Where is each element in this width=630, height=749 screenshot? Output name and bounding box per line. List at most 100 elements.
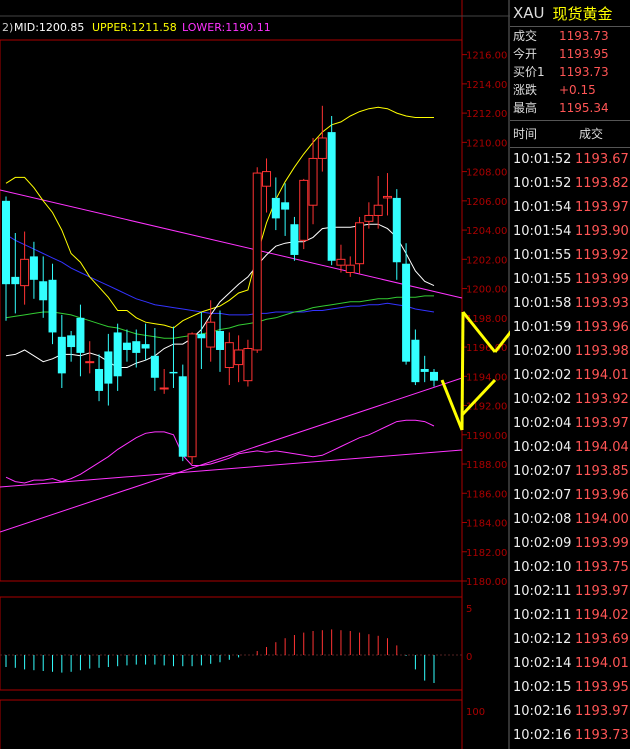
tick-row[interactable]: 10:02:16 1193.97 bbox=[510, 700, 630, 724]
tick-row[interactable]: 10:01:52 1193.82 bbox=[510, 172, 630, 196]
tick-price: 1193.75 bbox=[575, 560, 629, 575]
tick-time: 10:02:02 bbox=[513, 368, 572, 383]
candle-body bbox=[243, 348, 253, 382]
candle-body bbox=[11, 276, 20, 285]
tick-price: 1193.73 bbox=[575, 728, 629, 743]
candle-body bbox=[150, 355, 159, 378]
candle-body bbox=[178, 376, 187, 457]
tick-time: 10:02:11 bbox=[513, 608, 572, 623]
tick-time: 10:02:07 bbox=[513, 464, 572, 479]
tick-time: 10:02:16 bbox=[513, 728, 572, 743]
tick-price: 1193.85 bbox=[575, 464, 629, 479]
candle-body bbox=[345, 264, 355, 273]
tick-row[interactable]: 10:01:59 1193.96 bbox=[510, 316, 630, 340]
quote-value: 1195.34 bbox=[559, 101, 609, 115]
tick-row[interactable]: 10:02:08 1194.00 bbox=[510, 508, 630, 532]
tick-time: 10:01:52 bbox=[513, 176, 572, 191]
candle-body bbox=[382, 195, 392, 199]
y-tick-label: 1204.00 bbox=[466, 226, 507, 237]
tick-row[interactable]: 10:02:00 1193.98 bbox=[510, 340, 630, 364]
y-tick-label: 1190.00 bbox=[466, 431, 507, 442]
tick-time: 10:02:04 bbox=[513, 440, 572, 455]
tick-price: 1193.96 bbox=[575, 320, 629, 335]
tick-row[interactable]: 10:02:16 1193.73 bbox=[510, 724, 630, 748]
tick-row[interactable]: 10:01:52 1193.67 bbox=[510, 148, 630, 172]
tick-row[interactable]: 10:02:11 1193.97 bbox=[510, 580, 630, 604]
annotation-arrow bbox=[440, 379, 464, 431]
tick-time: 10:02:09 bbox=[513, 536, 572, 551]
tick-row[interactable]: 10:01:55 1193.99 bbox=[510, 268, 630, 292]
tick-time: 10:01:54 bbox=[513, 224, 572, 239]
quote-summary: 成交 1193.73 今开 1193.95 买价1 1193.73 涨跌 +0.… bbox=[510, 27, 630, 117]
tick-price: 1193.67 bbox=[575, 152, 629, 167]
candlestick-chart[interactable]: 2) MID:1200.85 UPPER:1211.58 LOWER:1190.… bbox=[0, 0, 510, 749]
tick-time: 10:02:08 bbox=[513, 512, 572, 527]
tick-row[interactable]: 10:02:04 1193.97 bbox=[510, 412, 630, 436]
y-tick-label: 1210.00 bbox=[466, 138, 507, 149]
y-tick-label: 1212.00 bbox=[466, 109, 507, 120]
candle-body bbox=[104, 351, 113, 384]
y-tick-label: 1194.00 bbox=[466, 372, 507, 383]
y-tick-label: 1200.00 bbox=[466, 285, 507, 296]
tick-time: 10:02:12 bbox=[513, 632, 572, 647]
tick-row[interactable]: 10:02:14 1194.01 bbox=[510, 652, 630, 676]
tick-time: 10:01:52 bbox=[513, 152, 572, 167]
tick-time: 10:02:14 bbox=[513, 656, 572, 671]
candle-body bbox=[327, 132, 336, 261]
quote-value: 1193.73 bbox=[559, 29, 609, 43]
tick-price: 1193.99 bbox=[575, 536, 629, 551]
tick-row[interactable]: 10:02:07 1193.85 bbox=[510, 460, 630, 484]
candle-body bbox=[281, 202, 290, 210]
candle-body bbox=[39, 281, 48, 301]
tick-price: 1194.04 bbox=[575, 440, 629, 455]
tick-price: 1193.69 bbox=[575, 632, 629, 647]
tick-row[interactable]: 10:02:04 1194.04 bbox=[510, 436, 630, 460]
candle-body bbox=[355, 222, 365, 265]
candle-body bbox=[430, 371, 438, 381]
candle-body bbox=[317, 137, 327, 159]
ticks-time-header: 时间 bbox=[513, 127, 538, 141]
tick-time: 10:02:07 bbox=[513, 488, 572, 503]
ticks-header: 时间 成交 bbox=[510, 120, 630, 148]
y-tick-label: 1186.00 bbox=[466, 489, 507, 500]
candle-body bbox=[85, 361, 95, 364]
candle-body bbox=[2, 200, 10, 285]
quote-row-high: 最高 1195.34 bbox=[510, 99, 630, 117]
quote-row-bid: 买价1 1193.73 bbox=[510, 63, 630, 81]
tick-price: 1193.99 bbox=[575, 272, 629, 287]
candle-body bbox=[402, 263, 411, 362]
tick-price: 1194.02 bbox=[575, 608, 629, 623]
tick-row[interactable]: 10:02:09 1193.99 bbox=[510, 532, 630, 556]
tick-row[interactable]: 10:01:55 1193.92 bbox=[510, 244, 630, 268]
y-tick-label: 1206.00 bbox=[466, 197, 507, 208]
tick-row[interactable]: 10:02:12 1193.69 bbox=[510, 628, 630, 652]
tick-row[interactable]: 10:02:02 1194.01 bbox=[510, 364, 630, 388]
candle-body bbox=[159, 387, 169, 390]
legend-mid: MID:1200.85 bbox=[14, 21, 84, 34]
tick-row[interactable]: 10:01:54 1193.90 bbox=[510, 220, 630, 244]
tick-price: 1193.95 bbox=[575, 680, 629, 695]
tick-time: 10:02:04 bbox=[513, 416, 572, 431]
tick-price: 1193.98 bbox=[575, 344, 629, 359]
quote-row-change: 涨跌 +0.15 bbox=[510, 81, 630, 99]
trendline-support bbox=[0, 449, 463, 488]
quote-value: 1193.95 bbox=[559, 47, 609, 61]
candle-body bbox=[95, 368, 104, 391]
candle-body bbox=[411, 339, 420, 383]
tick-row[interactable]: 10:01:54 1193.97 bbox=[510, 196, 630, 220]
quote-value: 1193.73 bbox=[559, 65, 609, 79]
y-tick-label: 1214.00 bbox=[466, 80, 507, 91]
tick-row[interactable]: 10:01:58 1193.93 bbox=[510, 292, 630, 316]
tick-row[interactable]: 10:02:07 1193.96 bbox=[510, 484, 630, 508]
tick-row[interactable]: 10:02:15 1193.95 bbox=[510, 676, 630, 700]
ticks-list[interactable]: 10:01:52 1193.67 10:01:52 1193.82 10:01:54 11… bbox=[510, 148, 630, 748]
tick-row[interactable]: 10:02:10 1193.75 bbox=[510, 556, 630, 580]
quote-label: 买价1 bbox=[513, 65, 545, 79]
tick-row[interactable]: 10:02:02 1193.92 bbox=[510, 388, 630, 412]
candle-body bbox=[224, 342, 234, 369]
tick-price: 1193.93 bbox=[575, 296, 629, 311]
tick-row[interactable]: 10:02:11 1194.02 bbox=[510, 604, 630, 628]
candle-body bbox=[122, 342, 131, 350]
quote-panel: XAU 现货黄金 成交 1193.73 今开 1193.95 买价1 1193.… bbox=[510, 0, 630, 749]
tick-time: 10:02:11 bbox=[513, 584, 572, 599]
